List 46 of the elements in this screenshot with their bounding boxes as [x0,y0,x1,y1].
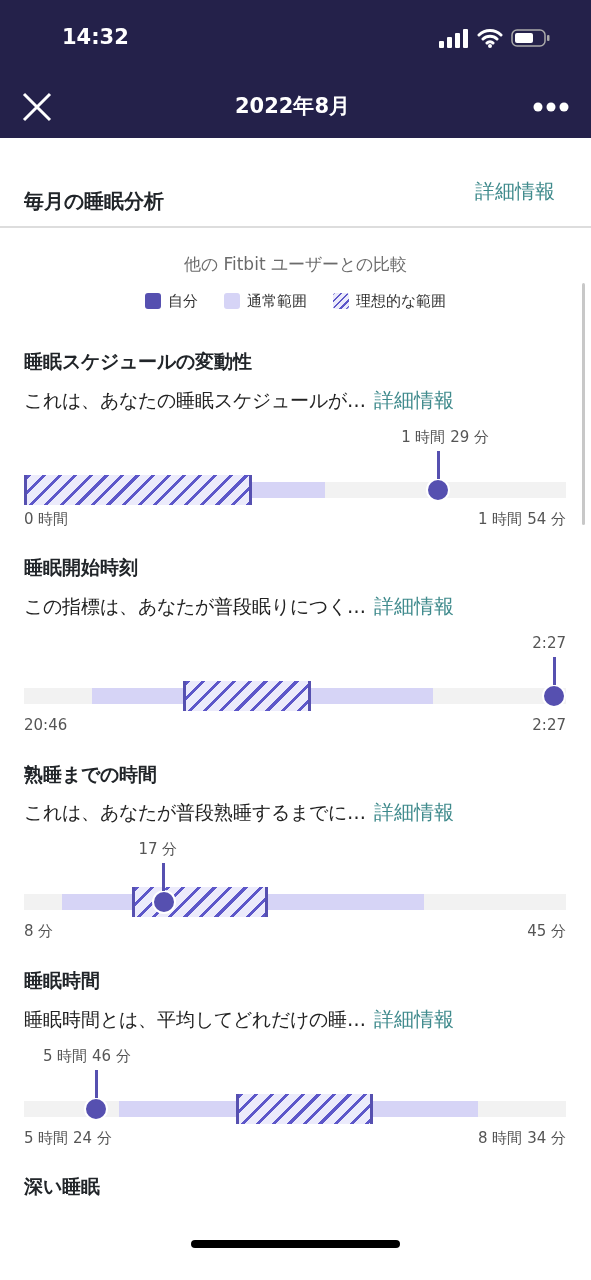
metric-description: これは、あなたの睡眠スケジュールが… [24,387,366,413]
metric-title: 熟睡までの時間 [24,762,158,786]
axis-min-label: 5 時間 24 分 [24,1127,112,1149]
scrollbar[interactable] [582,283,585,525]
metric-title: 睡眠開始時刻 [24,556,139,580]
section-title: 深い睡眠 [24,1175,101,1198]
comparison-subtitle: 他の Fitbit ユーザーとの比較 [183,253,408,276]
legend-label: 通常範囲 [247,290,307,312]
signal-icon [439,27,469,48]
value-label: 5 時間 46 分 [42,1045,131,1067]
legend-label: 理想的な範囲 [356,290,446,312]
axis-min-label: 8 分 [24,921,54,943]
details-link[interactable]: 詳細情報 [374,591,454,622]
battery-icon [511,27,551,48]
value-label: 2:27 [532,633,566,655]
axis-max-label: 8 時間 34 分 [478,1127,566,1149]
axis-min-label: 0 時間 [24,508,69,530]
marker-stem [552,657,556,686]
marker-swatch-icon [145,292,161,309]
range-swatch-icon [224,292,240,309]
details-link[interactable]: 詳細情報 [374,797,454,828]
details-link[interactable]: 詳細情報 [374,1003,454,1034]
hatched-swatch-icon [333,292,349,309]
metric-description: 睡眠時間とは、平均してどれだけの睡… [24,1006,366,1032]
metric-description: この指標は、あなたが普段眠りにつく… [24,594,366,620]
details-link[interactable]: 詳細情報 [374,384,454,415]
value-label: 17 分 [138,839,178,861]
close-icon[interactable] [22,91,52,122]
marker-stem [94,1069,98,1098]
axis-max-label: 1 時間 54 分 [478,508,566,530]
marker-stem [162,863,166,892]
details-link[interactable]: 詳細情報 [475,176,555,206]
header-title: 2022年8月 [234,92,351,120]
metric-title: 睡眠時間 [24,968,101,992]
legend-label: 自分 [168,290,198,312]
metric-description: これは、あなたが普段熟睡するまでに… [24,800,366,826]
axis-max-label: 2:27 [532,715,566,737]
axis-min-label: 20:46 [24,715,68,737]
metric-title: 睡眠スケジュールの変動性 [24,350,253,373]
value-label: 1 時間 29 分 [401,426,490,448]
more-icon[interactable] [533,101,569,112]
wifi-icon [477,27,503,48]
marker-stem [437,450,440,479]
section-title: 毎月の睡眠分析 [24,188,164,215]
status-time: 14:32 [62,23,129,51]
axis-max-label: 45 分 [527,921,566,943]
